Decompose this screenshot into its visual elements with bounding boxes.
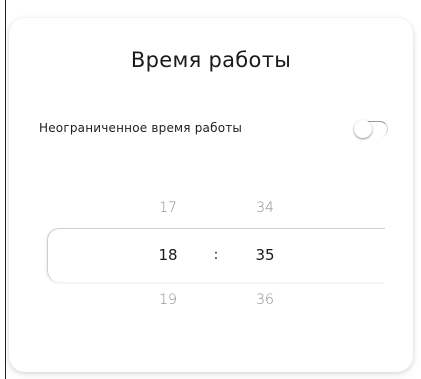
dialog-title: Время работы (130, 48, 292, 72)
toggle-knob (354, 120, 372, 138)
minute-prev-option[interactable]: 34 (245, 200, 285, 216)
minute-selected-value[interactable]: 35 (245, 246, 285, 264)
hour-selected-value[interactable]: 18 (148, 246, 188, 264)
unlimited-time-toggle[interactable] (354, 120, 388, 140)
working-time-dialog: Время работы Неограниченное время работы… (9, 18, 413, 372)
hour-prev-option[interactable]: 17 (148, 200, 188, 216)
hour-next-option[interactable]: 19 (148, 292, 188, 308)
unlimited-time-label: Неограниченное время работы (39, 121, 243, 135)
time-separator: : (213, 247, 219, 263)
minute-next-option[interactable]: 36 (245, 292, 285, 308)
